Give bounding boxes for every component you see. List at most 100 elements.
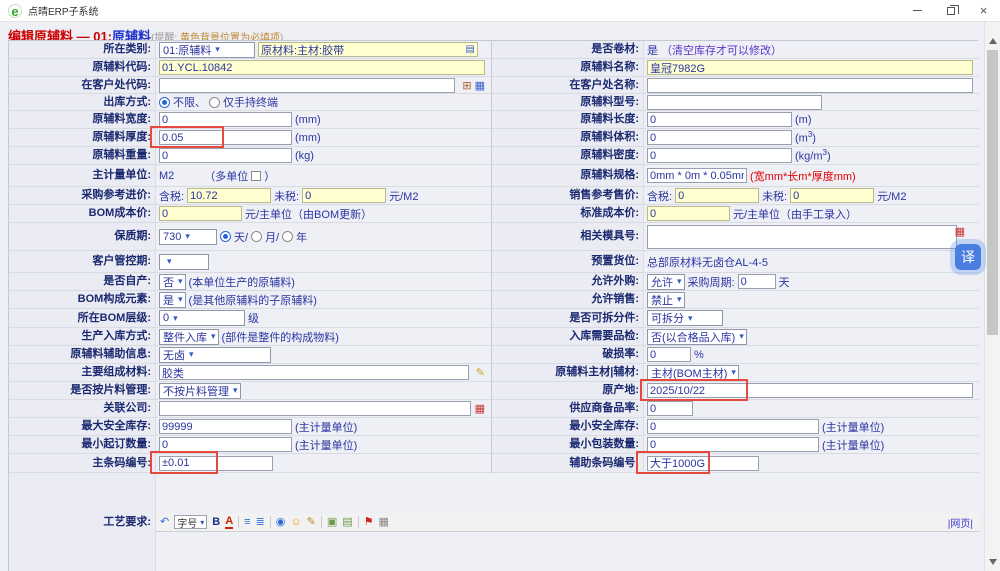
bom-level-select[interactable]: 0 xyxy=(159,310,245,326)
allow-purchase-select[interactable]: 允许 xyxy=(647,274,685,290)
link-globe-icon[interactable]: ◉ xyxy=(276,517,286,528)
inspection-select[interactable]: 否(以合格品入库) xyxy=(647,329,747,345)
toolbar-separator xyxy=(358,516,359,528)
scroll-down-button[interactable] xyxy=(989,559,997,565)
edit-material-icon[interactable]: ✎ xyxy=(476,366,485,379)
weight-input[interactable] xyxy=(159,148,292,163)
flag-icon[interactable]: ⚑ xyxy=(364,517,374,528)
is-roll-value: 是 xyxy=(647,42,658,58)
bom-cost-input[interactable] xyxy=(159,206,242,221)
close-button[interactable]: × xyxy=(967,0,1000,22)
row-main-material: 主要组成材料: ✎ xyxy=(9,364,491,382)
row-std-cost: 标准成本价: 元/主单位（由手工录入） xyxy=(491,205,979,223)
min-package-input[interactable] xyxy=(647,437,819,452)
row-min-safe-stock: 最小安全库存: (主计量单位) xyxy=(491,418,979,436)
row-mold-no: 相关模具号: ▦ xyxy=(491,223,979,251)
outbound-handheld-radio[interactable] xyxy=(209,97,220,108)
main-material-input[interactable] xyxy=(159,365,469,380)
minimize-icon xyxy=(913,10,922,11)
max-safe-stock-input[interactable] xyxy=(159,419,292,434)
spec-input[interactable] xyxy=(647,168,747,183)
customer-name-input[interactable] xyxy=(647,78,973,93)
aux-info-select[interactable]: 无卤 xyxy=(159,347,271,363)
row-category: 所在类别: 01:原辅料 原材料:主材:胶带 ▤ xyxy=(9,41,491,59)
length-input[interactable] xyxy=(647,112,792,127)
customer-control-select[interactable] xyxy=(159,254,209,270)
row-min-order: 最小起订数量: (主计量单位) xyxy=(9,436,491,454)
related-company-input[interactable] xyxy=(159,401,471,416)
mold-no-textarea[interactable] xyxy=(647,225,957,249)
insert-image-icon[interactable]: ▣ xyxy=(327,517,337,528)
scrollbar-thumb[interactable] xyxy=(987,50,998,335)
density-input[interactable] xyxy=(647,148,792,163)
edit-html-icon[interactable]: ✎ xyxy=(307,517,316,528)
min-order-input[interactable] xyxy=(159,437,292,452)
row-bom-element: BOM构成元素: 是 (是其他原辅料的子原辅料) xyxy=(9,291,491,309)
purchase-price-tax-input[interactable] xyxy=(187,188,271,203)
model-input[interactable] xyxy=(647,95,822,110)
production-inbound-select[interactable]: 整件入库 xyxy=(159,329,219,345)
undo-icon[interactable]: ↶ xyxy=(160,517,169,528)
row-damage-rate: 破损率: % xyxy=(491,346,979,364)
row-model: 原辅料型号: xyxy=(491,94,979,111)
minimize-button[interactable] xyxy=(901,0,934,22)
font-size-select[interactable]: 字号 xyxy=(174,515,207,529)
row-is-roll: 是否卷材: 是 （清空库存才可以修改） xyxy=(491,41,979,59)
sale-price-tax-input[interactable] xyxy=(675,188,759,203)
bold-icon[interactable]: B xyxy=(212,517,220,528)
row-shelf-life: 保质期: 730 天/ 月/ 年 xyxy=(9,223,491,251)
category-picker-icon[interactable]: ▤ xyxy=(466,44,475,55)
smiley-icon[interactable]: ☺ xyxy=(290,517,301,528)
self-produced-select[interactable]: 否 xyxy=(159,274,186,290)
shelf-year-radio[interactable] xyxy=(282,231,293,242)
row-main-barcode: 主条码编号: xyxy=(9,454,491,473)
align-icon[interactable]: ≡ xyxy=(244,517,250,528)
main-unit-value: M2 xyxy=(159,170,174,182)
row-preset-location: 预置货位: 总部原材料无卤仓AL-4-5 ▦ xyxy=(491,251,979,273)
editor-toolbar: ↶ 字号 B A ≡ ≣ ◉ ☺ ✎ ▣ ▤ ⚑ ▦ xyxy=(156,514,979,532)
row-customer-code: 在客户处代码: ⊞ ▦ xyxy=(9,77,491,94)
toolbar-separator xyxy=(238,516,239,528)
purchase-price-notax-input[interactable] xyxy=(302,188,386,203)
webpage-mode-link[interactable]: |网页| xyxy=(948,515,973,530)
restore-button[interactable] xyxy=(934,0,967,22)
shelf-day-radio[interactable] xyxy=(220,231,231,242)
list-icon[interactable]: ≣ xyxy=(256,517,265,528)
bom-element-select[interactable]: 是 xyxy=(159,292,186,308)
std-cost-input[interactable] xyxy=(647,206,730,221)
supplier-rate-input[interactable] xyxy=(647,401,693,416)
material-name-input[interactable] xyxy=(647,60,973,75)
min-safe-stock-input[interactable] xyxy=(647,419,819,434)
font-color-icon[interactable]: A xyxy=(225,516,233,529)
sale-price-notax-input[interactable] xyxy=(790,188,874,203)
paste-icon[interactable]: ⊞ xyxy=(462,79,471,92)
preset-location-value: 总部原材料无卤仓AL-4-5 xyxy=(647,254,768,270)
erp-page: 编辑原辅料 — 01:原辅料(提醒: 黄色背景位置为必填项) 所在类别: 01:… xyxy=(0,22,1000,571)
mold-clear-icon[interactable]: ▦ xyxy=(955,225,965,238)
multi-unit-checkbox[interactable] xyxy=(251,171,261,181)
upload-image-icon[interactable]: ▤ xyxy=(342,517,352,528)
pick-image-icon[interactable]: ▦ xyxy=(475,79,485,92)
customer-code-input[interactable] xyxy=(159,78,455,93)
allow-sale-select[interactable]: 禁止 xyxy=(647,292,685,308)
company-clear-icon[interactable]: ▦ xyxy=(475,402,485,415)
row-production-inbound: 生产入库方式: 整件入库 (部件是整件的构成物料) xyxy=(9,328,491,346)
scroll-up-button[interactable] xyxy=(989,38,997,44)
row-outbound-mode: 出库方式: 不限、 仅手持终端 xyxy=(9,94,491,111)
outbound-unlimited-radio[interactable] xyxy=(159,97,170,108)
damage-rate-input[interactable] xyxy=(647,347,691,362)
splittable-select[interactable]: 可拆分 xyxy=(647,310,723,326)
volume-input[interactable] xyxy=(647,130,792,145)
category-path-field[interactable]: 原材料:主材:胶带 ▤ xyxy=(258,42,478,57)
save-icon[interactable]: ▦ xyxy=(379,517,389,528)
shelf-month-radio[interactable] xyxy=(251,231,262,242)
process-requirements-editor: ↶ 字号 B A ≡ ≣ ◉ ☺ ✎ ▣ ▤ ⚑ ▦ xyxy=(156,514,979,532)
row-material-code: 原辅料代码: xyxy=(9,59,491,77)
shelf-life-select[interactable]: 730 xyxy=(159,229,217,245)
width-input[interactable] xyxy=(159,112,292,127)
material-code-input[interactable] xyxy=(159,60,485,75)
purchase-cycle-input[interactable] xyxy=(738,274,776,289)
translate-button[interactable]: 译 xyxy=(955,244,981,270)
sheet-mgmt-select[interactable]: 不按片料管理 xyxy=(159,383,241,399)
category-select[interactable]: 01:原辅料 xyxy=(159,42,255,58)
